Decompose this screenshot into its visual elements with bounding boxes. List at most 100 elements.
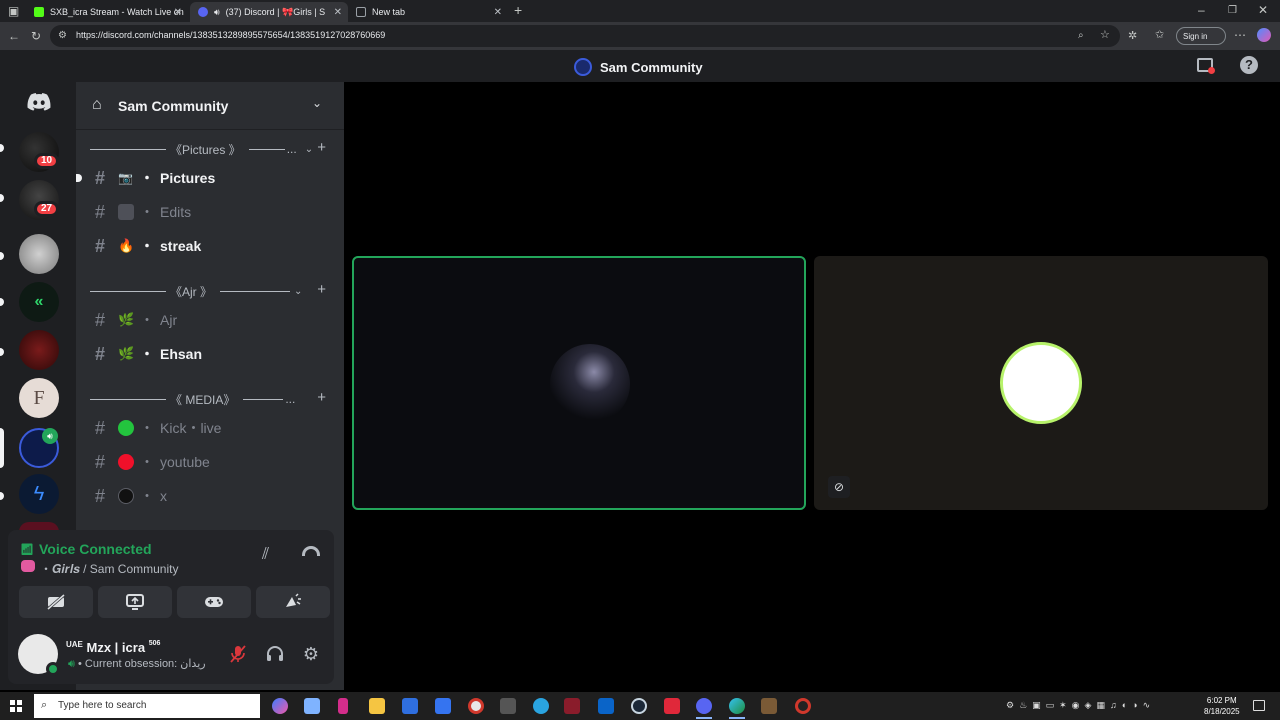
soundboard-button[interactable] (256, 586, 330, 618)
url-field[interactable]: ⚙ https://discord.com/channels/138351328… (50, 25, 1120, 47)
signal-icon[interactable]: 📶︎ (20, 543, 34, 556)
disconnect-icon[interactable] (302, 546, 320, 556)
minecraft-app-icon[interactable] (761, 698, 777, 714)
video-tile-speaking[interactable] (352, 256, 806, 510)
speaker-icon[interactable]: 🔊︎ (214, 7, 220, 18)
reload-icon[interactable]: ↻ (31, 30, 41, 42)
app-icon-13[interactable] (664, 698, 680, 714)
add-channel-icon[interactable]: + (317, 281, 326, 298)
separator-dot: ・ (140, 454, 154, 470)
server-icon-6[interactable]: F (19, 378, 59, 418)
channel-ehsan[interactable]: # 🌿 ・ Ehsan (84, 338, 334, 370)
close-tab-icon[interactable]: ✕ (174, 7, 182, 18)
channel-label: x (160, 488, 167, 504)
app-icon-8[interactable] (500, 698, 516, 714)
clock[interactable]: 6:02 PM 8/18/2025 (1204, 695, 1240, 717)
inbox-icon[interactable] (1197, 58, 1215, 74)
notifications-icon[interactable] (1253, 700, 1265, 711)
text-channel-icon: # (94, 451, 105, 472)
copilot-icon[interactable] (1257, 28, 1271, 42)
app-icon-3[interactable] (338, 698, 348, 714)
unread-pill (0, 492, 4, 500)
close-tab-icon[interactable]: ✕ (494, 7, 502, 18)
category-label: 《Ajr 》 (170, 284, 213, 299)
copilot-app-icon[interactable] (272, 698, 288, 714)
new-tab-plus-icon[interactable]: + (514, 3, 522, 17)
bookmark-star-icon[interactable]: ☆ (1100, 29, 1110, 41)
help-icon[interactable]: ? (1240, 56, 1258, 74)
zoom-icon[interactable]: ⌕ (1078, 30, 1084, 42)
channel-edits[interactable]: # ・ Edits (84, 196, 334, 228)
channel-kick-live[interactable]: # ・ Kick・live (84, 412, 334, 444)
online-status-icon (46, 662, 60, 676)
category-ajr[interactable]: 《Ajr 》 ⌄ + (90, 281, 326, 299)
channel-ajr[interactable]: # 🌿 ・ Ajr (84, 304, 334, 336)
taskbar-search-input[interactable]: ⌕ Type here to search (34, 694, 260, 718)
edge-app-icon[interactable] (729, 698, 745, 714)
close-tab-icon[interactable]: ✕ (334, 7, 342, 18)
tab-title: (37) Discord | 🎀Girls | S (225, 6, 326, 17)
server-icon-3[interactable] (19, 234, 59, 274)
favorites-icon[interactable]: ✩ (1155, 29, 1164, 41)
server-icon-4[interactable]: « (19, 282, 59, 322)
add-channel-icon[interactable]: + (317, 139, 326, 156)
discord-home-button[interactable] (19, 82, 59, 122)
browser-tab-newtab[interactable]: New tab ✕ (348, 2, 508, 22)
server-header[interactable]: ⌂ Sam Community ⌄ (76, 82, 344, 130)
telegram-app-icon[interactable] (533, 698, 549, 714)
category-pictures[interactable]: 《Pictures 》 ... ⌄ + (90, 139, 326, 157)
sign-in-label: Sign in (1183, 32, 1208, 41)
steam-app-icon[interactable] (631, 698, 647, 714)
site-info-icon[interactable]: ⚙ (58, 30, 67, 42)
discord-app-icon[interactable] (696, 698, 712, 714)
server-icon-5[interactable] (19, 330, 59, 370)
mute-button[interactable] (225, 641, 251, 667)
newtab-favicon-icon (356, 7, 366, 17)
user-settings-button[interactable]: ⚙ (298, 641, 324, 667)
speaker-emoji-icon: 🔊︎ (68, 658, 75, 670)
channel-streak[interactable]: # 🔥 ・ streak (84, 230, 334, 262)
app-icon-7[interactable] (468, 698, 484, 714)
extensions-icon[interactable]: ✲ (1128, 30, 1137, 42)
app-icon-10[interactable] (564, 698, 580, 714)
tab-actions-icon[interactable]: ▣ (8, 5, 19, 17)
app-icon-17[interactable] (795, 698, 811, 714)
windows-start-icon[interactable] (10, 700, 22, 712)
calculator-app-icon[interactable] (435, 698, 451, 714)
add-channel-icon[interactable]: + (317, 389, 326, 406)
deafen-button[interactable] (262, 641, 288, 667)
noise-suppression-icon[interactable]: ⫽ (262, 546, 269, 564)
voice-channel-path[interactable]: ・𝑮𝒊𝒓𝒍𝒔 / Sam Community (40, 560, 179, 577)
outlook-app-icon[interactable] (598, 698, 614, 714)
channel-pictures[interactable]: # 📷 ・ Pictures (84, 162, 334, 194)
back-arrow-icon[interactable]: ← (8, 30, 20, 42)
category-media[interactable]: 《 MEDIA》 ... + (90, 389, 326, 407)
file-explorer-icon[interactable] (369, 698, 385, 714)
divider-line (90, 148, 166, 150)
minimize-icon[interactable]: – (1198, 4, 1205, 16)
app-icon-2[interactable] (304, 698, 320, 714)
activities-button[interactable] (177, 586, 251, 618)
discord-favicon-icon (198, 7, 208, 17)
more-menu-icon[interactable]: ⋯ (1234, 29, 1246, 41)
screen-share-button[interactable] (98, 586, 172, 618)
leaf-emoji-icon: 🌿 (118, 312, 135, 327)
voice-channel-path-text: 𝑮𝒊𝒓𝒍𝒔 / Sam Community (52, 562, 179, 576)
username-prefix: UAE (66, 640, 83, 649)
maximize-icon[interactable]: ❐ (1228, 5, 1237, 17)
username[interactable]: UAE Mzx | icra 506 (66, 640, 160, 655)
voice-status[interactable]: Voice Connected (39, 541, 152, 557)
close-window-icon[interactable]: ✕ (1258, 4, 1268, 16)
system-tray[interactable]: ⚙♨▣▭✶◉◈▦♫◐◑∿ (1006, 700, 1196, 712)
store-app-icon[interactable] (402, 698, 418, 714)
server-icon-8[interactable]: ϟ (19, 474, 59, 514)
browser-tab-kick[interactable]: SXB_icra Stream - Watch Live on ✕ (26, 2, 188, 22)
sign-in-button[interactable]: Sign in (1176, 27, 1226, 45)
video-tile-participant[interactable]: ⊘ (814, 256, 1268, 510)
channel-youtube[interactable]: # ・ youtube (84, 446, 334, 478)
divider-line (90, 398, 166, 400)
film-emoji-icon (118, 204, 134, 220)
channel-x[interactable]: # ・ x (84, 480, 334, 512)
camera-off-button[interactable] (19, 586, 93, 618)
browser-tab-discord[interactable]: 🔊︎ (37) Discord | 🎀Girls | S ✕ (190, 2, 348, 22)
